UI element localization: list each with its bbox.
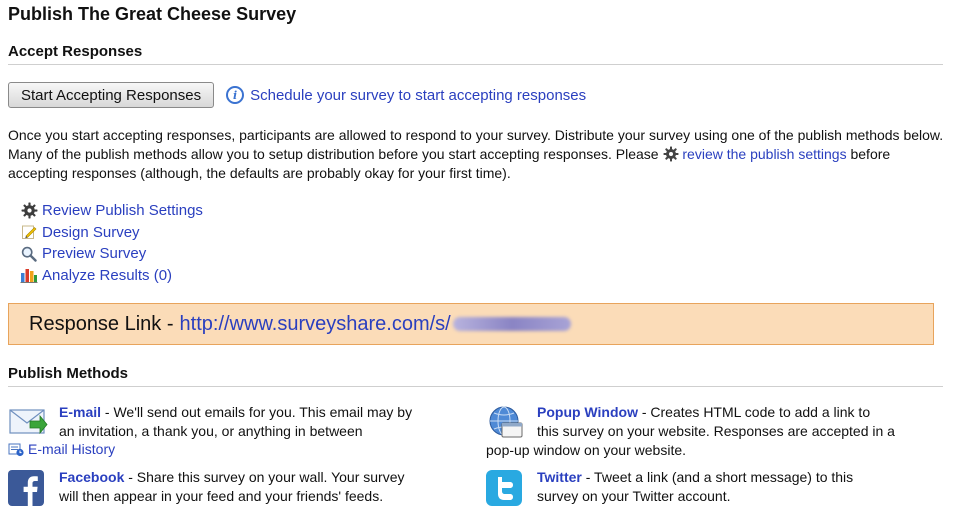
redacted-survey-id [452, 317, 571, 331]
email-icon[interactable] [8, 403, 48, 443]
section-divider [8, 386, 943, 387]
facebook-icon[interactable] [8, 468, 48, 508]
response-link-label: Response Link - [29, 312, 174, 335]
review-publish-settings-inline-link[interactable]: review the publish settings [682, 146, 846, 162]
info-icon: i [226, 86, 245, 104]
gear-icon [20, 202, 38, 220]
section-divider [8, 64, 943, 65]
email-method-link[interactable]: E-mail [59, 404, 101, 420]
email-history-link[interactable]: E-mail History [8, 441, 115, 457]
email-description: E-mail - We'll send out emails for you. … [59, 403, 412, 441]
method-facebook: Facebook - Share this survey on your wal… [8, 468, 478, 510]
email-desc-line2: an invitation, a thank you, or anything … [59, 423, 363, 439]
facebook-desc-line2: will then appear in your feed and your f… [59, 488, 384, 504]
twitter-desc-line2: survey on your Twitter account. [537, 488, 731, 504]
method-email: E-mail - We'll send out emails for you. … [8, 403, 478, 443]
twitter-icon[interactable] [486, 468, 526, 508]
quick-link-label: Analyze Results (0) [42, 266, 173, 284]
twitter-desc-line1: - Tweet a link (and a short message) to … [581, 469, 854, 485]
popup-window-method-link[interactable]: Popup Window [537, 404, 638, 420]
quick-link-label: Design Survey [42, 223, 140, 241]
accept-actions: Start Accepting Responses i Schedule you… [8, 82, 586, 108]
bar-chart-icon [20, 266, 38, 284]
response-link-box: Response Link - http://www.surveyshare.c… [8, 303, 934, 345]
pencil-icon [20, 223, 38, 241]
globe-window-icon[interactable] [486, 403, 526, 443]
accept-responses-section: Accept Responses [8, 43, 943, 65]
gear-icon [663, 146, 679, 162]
email-desc-line1: - We'll send out emails for you. This em… [101, 404, 413, 420]
email-history-label: E-mail History [28, 441, 116, 457]
publish-methods-section: Publish Methods [8, 365, 943, 387]
schedule-survey-link[interactable]: i Schedule your survey to start acceptin… [226, 86, 586, 104]
quick-links-list: Review Publish Settings Design Survey Pr… [20, 200, 203, 286]
popup-window-description: Popup Window - Creates HTML code to add … [537, 403, 895, 441]
email-history-icon [8, 441, 24, 457]
schedule-survey-label: Schedule your survey to start accepting … [250, 86, 587, 104]
response-link-url[interactable]: http://www.surveyshare.com/s/ [180, 313, 451, 336]
twitter-description: Twitter - Tweet a link (and a short mess… [537, 468, 853, 506]
quick-link-analyze-results[interactable]: Analyze Results (0) [20, 265, 203, 287]
quick-link-design-survey[interactable]: Design Survey [20, 222, 203, 244]
facebook-method-link[interactable]: Facebook [59, 469, 124, 485]
publish-page: Publish The Great Cheese Survey Accept R… [0, 0, 960, 526]
popup-desc-line1: - Creates HTML code to add a link to [637, 404, 871, 420]
quick-link-label: Preview Survey [42, 245, 147, 263]
facebook-desc-line1: - Share this survey on your wall. Your s… [124, 469, 405, 485]
magnifier-icon [20, 245, 38, 263]
popup-desc-line2: this survey on your website. Responses a… [537, 423, 895, 439]
start-accepting-button[interactable]: Start Accepting Responses [8, 82, 215, 108]
twitter-method-link[interactable]: Twitter [537, 469, 582, 485]
popup-desc-line3: pop-up window on your website. [486, 442, 687, 458]
publish-methods-heading: Publish Methods [8, 365, 128, 382]
accept-responses-heading: Accept Responses [8, 43, 143, 60]
method-twitter: Twitter - Tweet a link (and a short mess… [486, 468, 956, 510]
page-title: Publish The Great Cheese Survey [8, 4, 297, 24]
accept-intro-text: Once you start accepting responses, part… [8, 126, 948, 183]
facebook-description: Facebook - Share this survey on your wal… [59, 468, 405, 506]
quick-link-review-settings[interactable]: Review Publish Settings [20, 200, 203, 222]
quick-link-label: Review Publish Settings [42, 202, 203, 220]
quick-link-preview-survey[interactable]: Preview Survey [20, 243, 203, 265]
